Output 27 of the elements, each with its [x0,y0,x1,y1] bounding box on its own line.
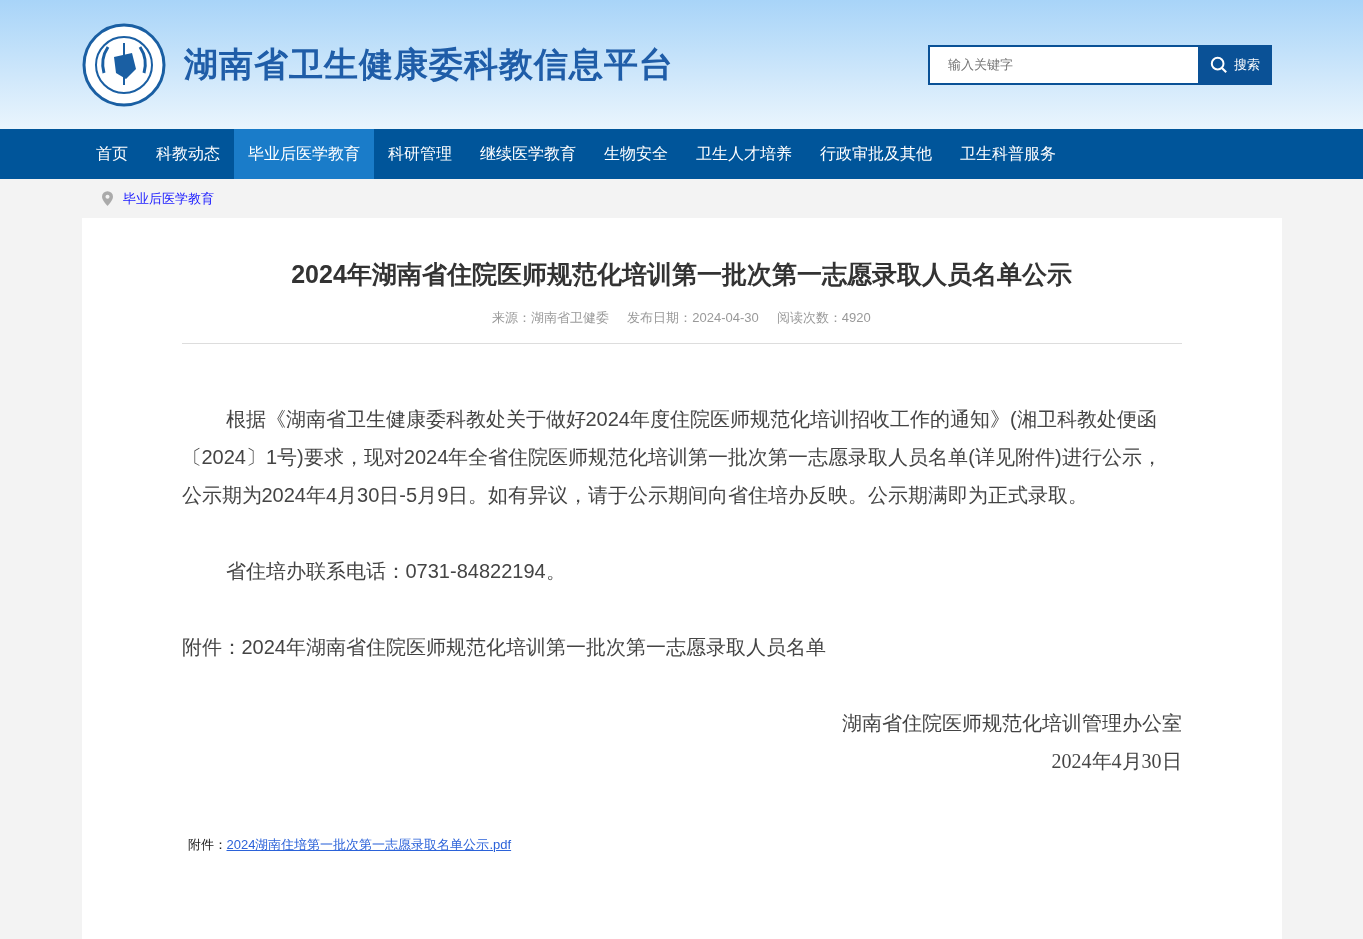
location-pin-icon [101,191,113,206]
search-icon [1209,55,1228,74]
attachment-label: 附件： [187,837,227,852]
nav-tab[interactable]: 生物安全 [589,129,682,179]
article-paragraph: 湖南省住院医师规范化培训管理办公室 [840,711,1182,736]
nav-tab[interactable]: 行政审批及其他 [805,129,946,179]
emblem-icon [81,22,166,107]
nav-tab[interactable]: 首页 [81,129,142,179]
search-button[interactable]: 搜索 [1197,44,1272,85]
attachment-link[interactable]: 2024湖南住培第一批次第一志愿录取名单公示.pdf [226,837,512,852]
nav-tab[interactable]: 科教动态 [141,129,234,179]
article-paragraph: 根据《湖南省卫生健康委科教处关于做好2024年度住院医师规范化培训招收工作的通知》(湘卫科教处便函〔2024〕1号)要求，现对2024年全省住院医师规范化培训第一批次第一志愿录取人员名单(详见附件)进行公示，公示期为2024年4月30日-5月9日。如有异议，请于公示期间向省住培办反映。公示期满即为正式录取。 [181,407,1163,508]
nav-tab[interactable]: 卫生科普服务 [945,129,1070,179]
article-meta: 发布日期：2024-04-30 [627,309,759,327]
article-paragraph: 附件：2024年湖南省住院医师规范化培训第一批次第一志愿录取人员名单 [181,635,827,660]
article-paragraph: 2024年4月30日 [1050,749,1182,774]
nav-tab[interactable]: 继续医学教育 [465,129,590,179]
nav-tab[interactable]: 卫生人才培养 [681,129,806,179]
article-meta: 阅读次数：4920 [776,309,871,327]
nav-tab[interactable]: 科研管理 [373,129,466,179]
nav-tab[interactable]: 毕业后医学教育 [233,129,374,179]
article-title: 2024年湖南省住院医师规范化培训第一批次第一志愿录取人员名单公示 [290,259,1073,290]
breadcrumb-link[interactable]: 毕业后医学教育 [122,189,214,208]
article-paragraph: 省住培办联系电话：0731-84822194。 [224,559,567,584]
article-meta: 来源：湖南省卫健委 [492,309,610,327]
site-title: 湖南省卫生健康委科教信息平台 [183,43,674,85]
search-field[interactable]: 输入关键字 [927,44,1198,85]
